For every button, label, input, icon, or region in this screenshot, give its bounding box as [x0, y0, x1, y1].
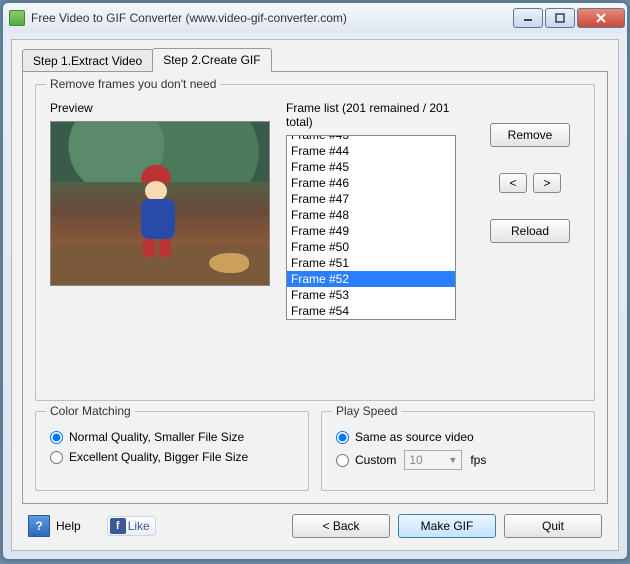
frame-list-item[interactable]: Frame #49 — [287, 223, 455, 239]
window-title: Free Video to GIF Converter (www.video-g… — [31, 11, 513, 25]
help-icon[interactable]: ? — [28, 515, 50, 537]
tab-step2[interactable]: Step 2.Create GIF — [152, 48, 271, 72]
client-area: Step 1.Extract Video Step 2.Create GIF R… — [11, 39, 619, 551]
help-label[interactable]: Help — [56, 519, 81, 533]
frame-list-item[interactable]: Frame #47 — [287, 191, 455, 207]
play-speed-title: Play Speed — [332, 404, 401, 418]
close-icon — [596, 13, 606, 23]
preview-image — [50, 121, 270, 286]
frame-list-item[interactable]: Frame #53 — [287, 287, 455, 303]
frame-listbox[interactable]: Frame #43Frame #44Frame #45Frame #46Fram… — [286, 135, 456, 320]
frame-list-item[interactable]: Frame #43 — [287, 135, 455, 143]
facebook-like-label: Like — [128, 519, 150, 533]
quality-normal-radio[interactable]: Normal Quality, Smaller File Size — [50, 430, 294, 444]
titlebar: Free Video to GIF Converter (www.video-g… — [3, 3, 627, 33]
app-icon — [9, 10, 25, 26]
tab-pane: Remove frames you don't need Preview — [22, 71, 608, 504]
frame-list-item[interactable]: Frame #50 — [287, 239, 455, 255]
frame-list-item[interactable]: Frame #51 — [287, 255, 455, 271]
speed-same-label: Same as source video — [355, 430, 474, 444]
frame-list-item[interactable]: Frame #45 — [287, 159, 455, 175]
speed-same-input[interactable] — [336, 431, 349, 444]
minimize-button[interactable] — [513, 8, 543, 28]
quality-normal-input[interactable] — [50, 431, 63, 444]
maximize-button[interactable] — [545, 8, 575, 28]
quit-button[interactable]: Quit — [504, 514, 602, 538]
back-button[interactable]: < Back — [292, 514, 390, 538]
frame-list-label: Frame list (201 remained / 201 total) — [286, 101, 464, 129]
remove-frames-title: Remove frames you don't need — [46, 77, 220, 91]
chevron-down-icon: ▼ — [448, 455, 457, 465]
play-speed-group: Play Speed Same as source video Custom 1… — [321, 411, 595, 491]
speed-custom-radio[interactable]: Custom — [336, 453, 396, 467]
remove-button[interactable]: Remove — [490, 123, 570, 147]
quality-excellent-input[interactable] — [50, 451, 63, 464]
frame-list-item[interactable]: Frame #52 — [287, 271, 455, 287]
prev-frame-button[interactable]: < — [499, 173, 527, 193]
remove-frames-group: Remove frames you don't need Preview — [35, 84, 595, 401]
preview-label: Preview — [50, 101, 270, 115]
facebook-like-button[interactable]: f Like — [107, 516, 156, 536]
fps-unit: fps — [470, 453, 486, 467]
quality-excellent-label: Excellent Quality, Bigger File Size — [69, 450, 248, 464]
next-frame-button[interactable]: > — [533, 173, 561, 193]
reload-button[interactable]: Reload — [490, 219, 570, 243]
frame-list-item[interactable]: Frame #46 — [287, 175, 455, 191]
quality-excellent-radio[interactable]: Excellent Quality, Bigger File Size — [50, 450, 294, 464]
footer: ? Help f Like < Back Make GIF Quit — [22, 504, 608, 540]
speed-custom-input[interactable] — [336, 454, 349, 467]
close-button[interactable] — [577, 8, 625, 28]
make-gif-button[interactable]: Make GIF — [398, 514, 496, 538]
maximize-icon — [555, 13, 565, 23]
frame-list-item[interactable]: Frame #44 — [287, 143, 455, 159]
tabstrip: Step 1.Extract Video Step 2.Create GIF — [22, 48, 608, 72]
color-matching-group: Color Matching Normal Quality, Smaller F… — [35, 411, 309, 491]
frame-list-item[interactable]: Frame #54 — [287, 303, 455, 319]
color-matching-title: Color Matching — [46, 404, 135, 418]
speed-custom-label: Custom — [355, 453, 396, 467]
minimize-icon — [523, 13, 533, 23]
speed-same-radio[interactable]: Same as source video — [336, 430, 580, 444]
facebook-icon: f — [110, 518, 126, 534]
fps-combobox[interactable]: 10 ▼ — [404, 450, 462, 470]
frame-list-item[interactable]: Frame #48 — [287, 207, 455, 223]
app-window: Free Video to GIF Converter (www.video-g… — [2, 2, 628, 560]
tab-step1[interactable]: Step 1.Extract Video — [22, 49, 153, 72]
fps-value: 10 — [409, 453, 422, 467]
quality-normal-label: Normal Quality, Smaller File Size — [69, 430, 244, 444]
